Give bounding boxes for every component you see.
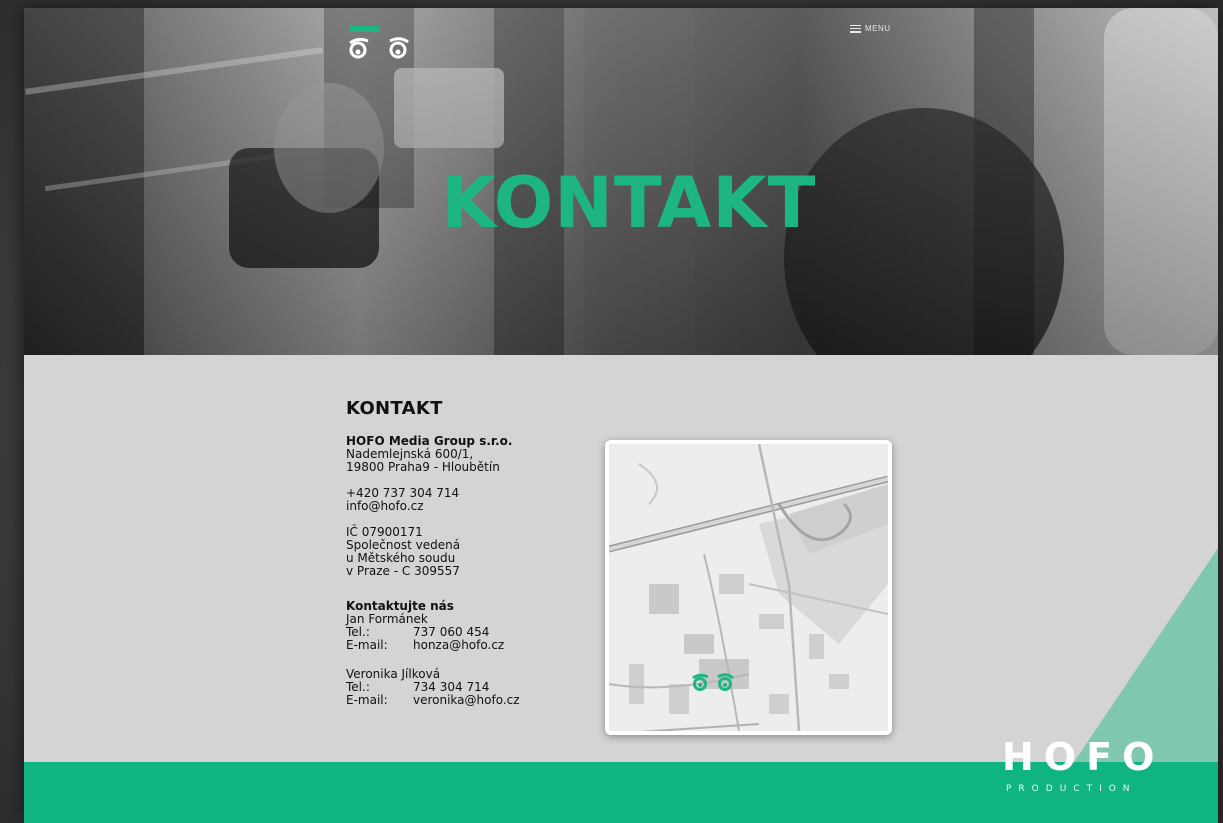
brand-subtitle: PRODUCTION [1006, 784, 1137, 794]
contact-heading: KONTAKT [346, 398, 443, 419]
company-email[interactable]: info@hofo.cz [346, 500, 586, 513]
contact-info: KONTAKT HOFO Media Group s.r.o. Nademlej… [346, 398, 586, 707]
person-email-row: E-mail: veronika@hofo.cz [346, 693, 520, 707]
brand-name: HOFO [1002, 735, 1165, 779]
eyes-logo-icon [692, 673, 734, 691]
brand-logo[interactable]: HOFO PRODUCTION [1002, 738, 1164, 794]
person-email[interactable]: honza@hofo.cz [413, 639, 504, 652]
registry-line-3: v Praze - C 309557 [346, 564, 460, 578]
person-email-row: E-mail: honza@hofo.cz [346, 638, 505, 652]
website-page: MENU KONTAKT KONTAKT HOFO Media Group s.… [24, 8, 1218, 823]
location-map[interactable] [605, 440, 892, 735]
person-email[interactable]: veronika@hofo.cz [413, 694, 520, 707]
address-line-2: 19800 Praha9 - Hloubětín [346, 460, 500, 474]
